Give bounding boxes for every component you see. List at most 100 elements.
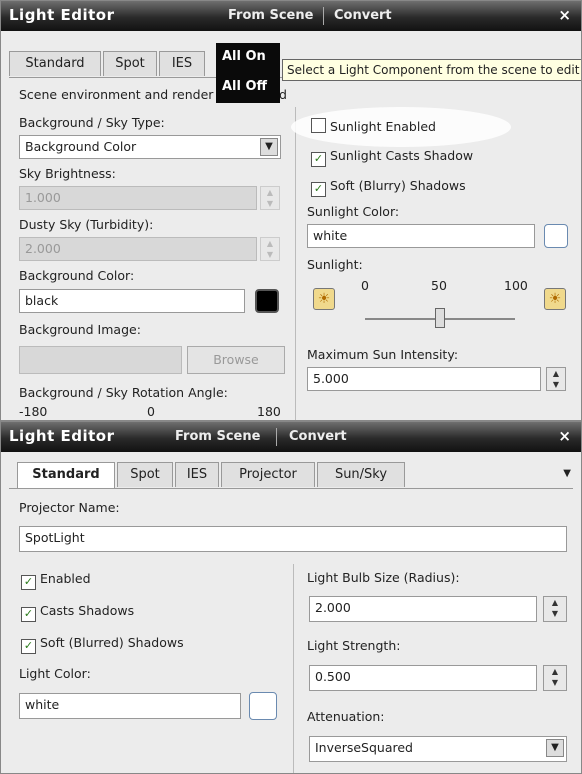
- casts-shadows-checkbox[interactable]: ✓ Casts Shadows: [21, 603, 134, 622]
- tab-standard[interactable]: Standard: [17, 462, 115, 488]
- spin-up-icon[interactable]: ▲: [261, 187, 279, 198]
- sun-icon[interactable]: ☀: [544, 288, 566, 310]
- rotation-tick-max: 180: [257, 404, 281, 419]
- check-icon[interactable]: ✓: [21, 575, 36, 590]
- soft-shadows-checkbox[interactable]: ✓ Soft (Blurry) Shadows: [311, 178, 466, 197]
- close-icon[interactable]: ×: [558, 427, 571, 445]
- casts-shadows-label: Casts Shadows: [40, 603, 135, 618]
- sky-brightness-input[interactable]: 1.000: [19, 186, 257, 210]
- sunlight-slider-thumb[interactable]: [435, 308, 445, 328]
- projector-name-label: Projector Name:: [19, 500, 120, 515]
- strength-stepper[interactable]: ▲ ▼: [543, 665, 567, 691]
- tab-spot[interactable]: Spot: [103, 51, 157, 76]
- strength-label: Light Strength:: [307, 638, 401, 653]
- rotation-label: Background / Sky Rotation Angle:: [19, 385, 228, 400]
- intro-text-end: d: [279, 87, 287, 102]
- tab-spot[interactable]: Spot: [117, 462, 173, 487]
- browse-button[interactable]: Browse: [187, 346, 285, 374]
- sunlight-enabled-checkbox[interactable]: Sunlight Enabled: [311, 118, 436, 134]
- check-icon[interactable]: ✓: [21, 639, 36, 654]
- dusty-sky-input[interactable]: 2.000: [19, 237, 257, 261]
- window-title: Light Editor: [9, 427, 115, 445]
- bg-color-swatch[interactable]: [255, 289, 279, 313]
- tab-strip: Standard Spot IES Projector Sun/Sky ▼: [9, 462, 573, 489]
- window-title: Light Editor: [9, 6, 115, 24]
- chevron-down-icon[interactable]: ▼: [546, 739, 564, 757]
- soft-shadows-label: Soft (Blurred) Shadows: [40, 635, 184, 650]
- dusty-sky-label: Dusty Sky (Turbidity):: [19, 217, 154, 232]
- bg-sky-type-select[interactable]: Background Color ▼: [19, 135, 281, 159]
- checkbox-box[interactable]: [311, 118, 326, 133]
- strength-input[interactable]: 0.500: [309, 665, 537, 691]
- check-icon[interactable]: ✓: [311, 152, 326, 167]
- sunlight-color-input[interactable]: white: [307, 224, 535, 248]
- attenuation-label: Attenuation:: [307, 709, 385, 724]
- projector-name-input[interactable]: SpotLight: [19, 526, 567, 552]
- close-icon[interactable]: ×: [558, 6, 571, 24]
- max-sun-label: Maximum Sun Intensity:: [307, 347, 459, 362]
- sunlight-color-swatch[interactable]: [544, 224, 568, 248]
- rotation-tick-min: -180: [19, 404, 48, 419]
- spin-up-icon[interactable]: ▲: [261, 238, 279, 249]
- check-icon[interactable]: ✓: [311, 182, 326, 197]
- spin-up-icon[interactable]: ▲: [547, 368, 565, 379]
- tab-projector[interactable]: Projector: [221, 462, 315, 487]
- bg-color-label: Background Color:: [19, 268, 135, 283]
- bg-sky-type-value: Background Color: [25, 139, 137, 154]
- spin-down-icon[interactable]: ▼: [547, 379, 565, 390]
- check-icon[interactable]: ✓: [21, 607, 36, 622]
- light-color-swatch[interactable]: [249, 692, 277, 720]
- light-color-label: Light Color:: [19, 666, 91, 681]
- enabled-label: Enabled: [40, 571, 91, 586]
- soft-shadows-checkbox[interactable]: ✓ Soft (Blurred) Shadows: [21, 635, 184, 654]
- spin-down-icon[interactable]: ▼: [544, 608, 566, 619]
- enabled-checkbox[interactable]: ✓ Enabled: [21, 571, 91, 590]
- menu-item-all-off[interactable]: All Off: [222, 79, 267, 94]
- tab-standard[interactable]: Standard: [9, 51, 101, 76]
- sunlight-tick-100: 100: [504, 278, 528, 293]
- menu-separator: [323, 7, 324, 25]
- column-divider: [293, 564, 294, 773]
- bulb-size-input[interactable]: 2.000: [309, 596, 537, 622]
- sky-brightness-label: Sky Brightness:: [19, 166, 116, 181]
- attenuation-select[interactable]: InverseSquared ▼: [309, 736, 567, 762]
- bg-color-input[interactable]: black: [19, 289, 245, 313]
- max-sun-input[interactable]: 5.000: [307, 367, 541, 391]
- tooltip: Select a Light Component from the scene …: [282, 59, 581, 81]
- sky-brightness-stepper[interactable]: ▲ ▼: [260, 186, 280, 210]
- sun-icon[interactable]: ☀: [313, 288, 335, 310]
- dusty-sky-stepper[interactable]: ▲ ▼: [260, 237, 280, 261]
- spin-down-icon[interactable]: ▼: [544, 677, 566, 688]
- sunlight-casts-shadow-checkbox[interactable]: ✓ Sunlight Casts Shadow: [311, 148, 473, 167]
- max-sun-stepper[interactable]: ▲ ▼: [546, 367, 566, 391]
- menu-item-all-on[interactable]: All On: [222, 49, 266, 64]
- bg-image-input[interactable]: [19, 346, 182, 374]
- intro-text: Scene environment and render: [19, 87, 214, 102]
- sunlight-tick-50: 50: [431, 278, 447, 293]
- light-editor-panel-bottom: Light Editor From Scene Convert × Standa…: [0, 421, 582, 774]
- menu-from-scene[interactable]: From Scene: [175, 429, 260, 444]
- from-scene-dropdown: All On All Off: [216, 43, 280, 103]
- tab-ies[interactable]: IES: [159, 51, 205, 76]
- sunlight-label: Sunlight:: [307, 257, 363, 272]
- bg-image-label: Background Image:: [19, 322, 141, 337]
- rotation-tick-mid: 0: [147, 404, 155, 419]
- light-editor-panel-top: Light Editor From Scene Convert × Standa…: [0, 0, 582, 421]
- menu-from-scene[interactable]: From Scene: [228, 8, 313, 23]
- spin-up-icon[interactable]: ▲: [544, 597, 566, 608]
- sunlight-enabled-label: Sunlight Enabled: [330, 119, 436, 134]
- tab-sun-sky[interactable]: Sun/Sky: [317, 462, 405, 487]
- light-color-input[interactable]: white: [19, 693, 241, 719]
- menu-convert[interactable]: Convert: [289, 429, 347, 444]
- menu-separator: [276, 428, 277, 446]
- chevron-down-icon[interactable]: ▼: [260, 138, 278, 156]
- bulb-size-stepper[interactable]: ▲ ▼: [543, 596, 567, 622]
- spin-down-icon[interactable]: ▼: [261, 249, 279, 260]
- bulb-size-label: Light Bulb Size (Radius):: [307, 570, 460, 585]
- menu-convert[interactable]: Convert: [334, 8, 392, 23]
- tab-ies[interactable]: IES: [175, 462, 219, 487]
- spin-up-icon[interactable]: ▲: [544, 666, 566, 677]
- chevron-down-icon[interactable]: ▼: [563, 468, 571, 479]
- title-bar: Light Editor From Scene Convert ×: [1, 1, 581, 31]
- spin-down-icon[interactable]: ▼: [261, 198, 279, 209]
